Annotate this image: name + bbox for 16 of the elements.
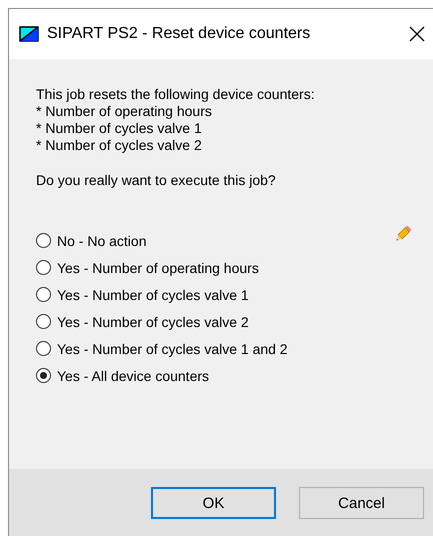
radio-option[interactable]: Yes - Number of cycles valve 1 and 2 xyxy=(36,335,288,362)
radio-option[interactable]: Yes - Number of cycles valve 2 xyxy=(36,308,249,335)
message-text: This job resets the following device counters: xyxy=(36,86,316,103)
close-icon[interactable] xyxy=(409,26,425,42)
app-icon xyxy=(19,26,39,42)
ok-button[interactable]: OK xyxy=(151,487,276,519)
cancel-button[interactable]: Cancel xyxy=(299,487,424,519)
radio-option[interactable]: Yes - All device counters xyxy=(36,362,210,389)
message-text: * Number of cycles valve 2 xyxy=(36,137,203,154)
message-text: * Number of operating hours xyxy=(36,103,213,120)
radio-option[interactable]: Yes - Number of operating hours xyxy=(36,254,259,281)
message-text: * Number of cycles valve 1 xyxy=(36,120,203,137)
radio-option[interactable]: Yes - Number of cycles valve 1 xyxy=(36,281,249,308)
window-title: SIPART PS2 - Reset device counters xyxy=(47,25,312,43)
radio-option[interactable]: No - No action xyxy=(36,227,146,254)
question-text: Do you really want to execute this job? xyxy=(36,172,277,189)
